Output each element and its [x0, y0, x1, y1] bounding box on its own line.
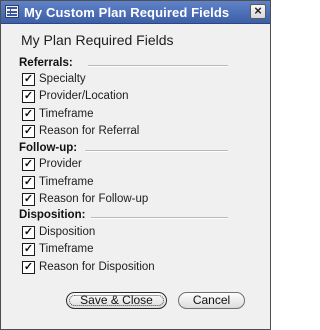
checkbox-box[interactable]: ✓ [22, 125, 35, 138]
save-close-button[interactable]: Save & Close [66, 292, 167, 309]
checkbox-box[interactable]: ✓ [22, 108, 35, 121]
close-icon[interactable]: × [250, 4, 266, 19]
checkbox-label: Reason for Follow-up [39, 193, 149, 205]
checkbox-box[interactable]: ✓ [22, 193, 35, 206]
checkbox-box[interactable]: ✓ [22, 226, 35, 239]
checkbox-box[interactable]: ✓ [22, 261, 35, 274]
section-divider [91, 217, 228, 219]
checkbox-label: Provider/Location [39, 90, 129, 102]
checkbox-label: Specialty [39, 73, 86, 85]
section-divider [85, 150, 228, 152]
section-follow-up-label: Follow-up: [19, 142, 78, 154]
section-divider [88, 65, 228, 67]
form-icon [5, 5, 19, 18]
checkbox-box[interactable]: ✓ [22, 243, 35, 256]
checkbox-label: Timeframe [39, 108, 94, 120]
checkbox-label: Timeframe [39, 176, 94, 188]
dialog-window: My Custom Plan Required Fields × My Plan… [0, 0, 271, 330]
cancel-button[interactable]: Cancel [178, 292, 245, 309]
dialog-heading: My Plan Required Fields [21, 32, 174, 48]
checkbox-label: Provider [39, 158, 82, 170]
title-bar[interactable]: My Custom Plan Required Fields × [1, 1, 270, 24]
checkbox-box[interactable]: ✓ [22, 158, 35, 171]
section-disposition-label: Disposition: [19, 209, 86, 221]
checkbox-box[interactable]: ✓ [22, 73, 35, 86]
checkbox-label: Disposition [39, 226, 96, 238]
checkbox-label: Reason for Disposition [39, 261, 155, 273]
section-referrals-label: Referrals: [19, 57, 73, 69]
window-title: My Custom Plan Required Fields [24, 5, 230, 20]
checkbox-label: Reason for Referral [39, 125, 140, 137]
checkbox-box[interactable]: ✓ [22, 90, 35, 103]
checkbox-box[interactable]: ✓ [22, 176, 35, 189]
checkbox-label: Timeframe [39, 243, 94, 255]
